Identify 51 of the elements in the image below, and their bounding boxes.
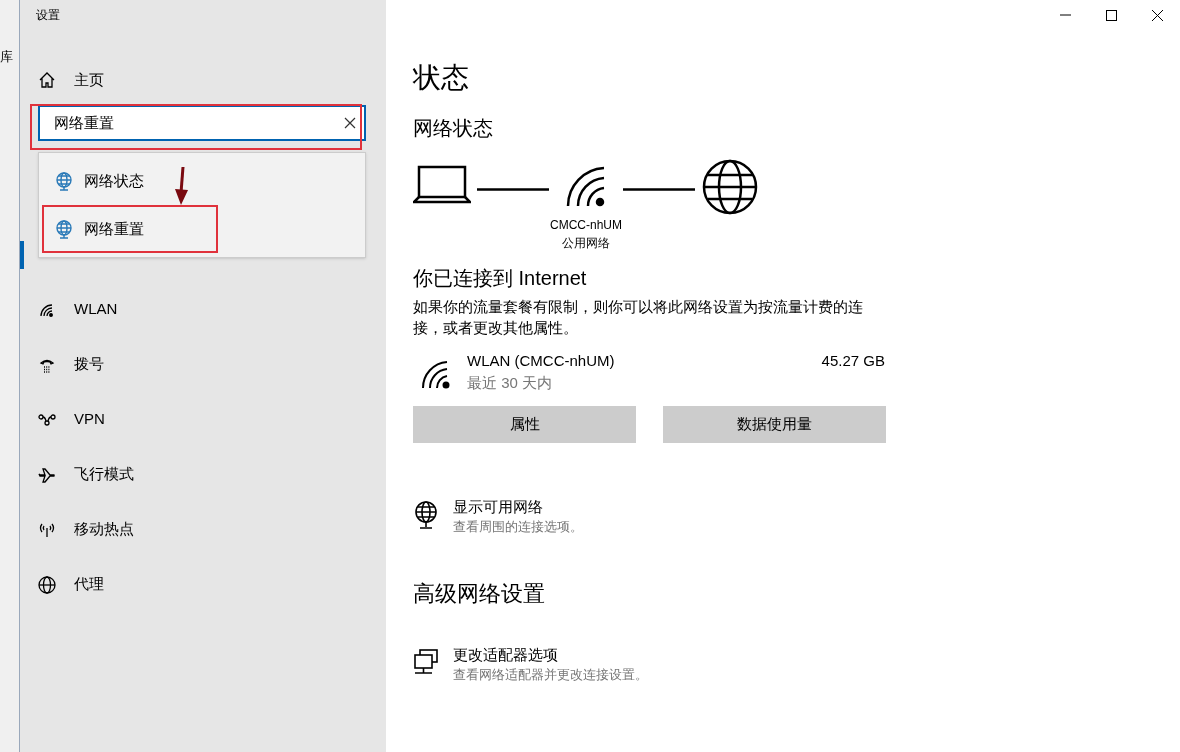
- close-icon: [1151, 9, 1163, 21]
- sidebar-item[interactable]: 移动热点: [38, 518, 134, 541]
- section-heading: 网络状态: [413, 116, 493, 141]
- wifi-icon: [421, 360, 451, 390]
- sidebar-item[interactable]: VPN: [38, 408, 105, 431]
- sidebar-item[interactable]: WLAN: [38, 298, 118, 321]
- suggestion-item[interactable]: 网络状态: [42, 157, 218, 205]
- link-title: 显示可用网络: [453, 497, 544, 517]
- link-title: 更改适配器选项: [453, 645, 559, 665]
- page-title: 状态: [413, 61, 469, 95]
- link-subtitle: 查看网络适配器并更改连接设置。: [453, 666, 648, 684]
- description: 如果你的流量套餐有限制，则你可以将此网络设置为按流量计费的连接，或者更改其他属性。: [413, 297, 864, 338]
- network-icon: [54, 219, 74, 239]
- settings-link[interactable]: 更改适配器选项 查看网络适配器并更改连接设置。: [413, 645, 648, 685]
- globe-icon: [701, 158, 759, 216]
- connector-line: [623, 188, 695, 191]
- sidebar-item[interactable]: 代理: [38, 573, 104, 596]
- action-button[interactable]: 数据使用量: [663, 406, 886, 443]
- home-nav-item[interactable]: 主页: [38, 65, 386, 95]
- wifi-icon: [39, 301, 55, 318]
- window-text: 库: [0, 50, 14, 63]
- arrow-icon: [173, 167, 189, 205]
- wifi-icon: [565, 164, 607, 208]
- connector-line: [477, 188, 549, 191]
- sidebar-item[interactable]: 飞行模式: [38, 463, 134, 486]
- connection-heading: 你已连接到 Internet: [413, 266, 587, 291]
- window-title: 设置: [36, 7, 60, 24]
- airplane-icon: [38, 465, 56, 484]
- laptop-icon: [413, 164, 471, 204]
- settings-link[interactable]: 显示可用网络 查看周围的连接选项。: [413, 497, 583, 537]
- globe-icon: [38, 575, 56, 594]
- usage-period: 最近 30 天内: [467, 373, 553, 393]
- monitor-icon: [413, 649, 439, 677]
- network-name: CMCC-nhUM: [550, 217, 622, 234]
- vpn-icon: [38, 412, 56, 427]
- close-icon[interactable]: [344, 117, 356, 129]
- minimize-icon: [1059, 14, 1071, 16]
- link-subtitle: 查看周围的连接选项。: [453, 518, 583, 536]
- maximize-icon: [1105, 9, 1117, 21]
- hotspot-icon: [38, 521, 56, 538]
- suggestion-item[interactable]: 网络重置: [42, 205, 218, 253]
- section-heading: 高级网络设置: [413, 580, 545, 608]
- search-field[interactable]: 网络重置: [38, 105, 366, 141]
- sidebar-item[interactable]: 拨号: [38, 353, 104, 376]
- network-icon: [413, 501, 439, 529]
- action-button[interactable]: 属性: [413, 406, 636, 443]
- home-icon: [38, 71, 56, 89]
- network-type: 公用网络: [562, 235, 610, 252]
- network-icon: [54, 171, 74, 191]
- data-usage: 45.27 GB: [821, 351, 885, 371]
- connection-name: WLAN (CMCC-nhUM): [467, 351, 615, 371]
